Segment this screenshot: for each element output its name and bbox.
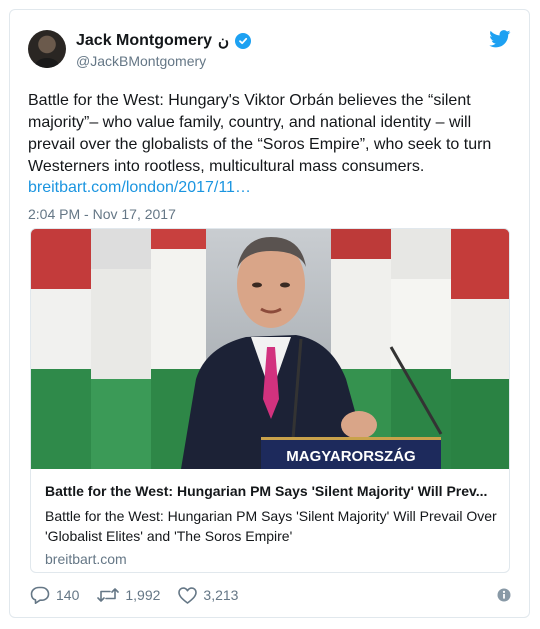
retweet-count: 1,992 [125,587,161,603]
reply-button[interactable]: 140 [30,586,79,604]
tweet-card: Jack Montgomery ن @JackBMontgomery Battl… [9,9,530,618]
tweet-actions: 140 1,992 3,213 [30,586,238,604]
info-icon[interactable] [497,588,511,602]
card-description: Battle for the West: Hungarian PM Says '… [45,508,497,544]
verified-badge-icon [235,33,252,49]
author-handle[interactable]: @JackBMontgomery [76,53,206,69]
retweet-button[interactable]: 1,992 [97,587,160,603]
twitter-bird-icon[interactable] [489,30,511,48]
card-domain: breitbart.com [45,551,127,567]
author-name-suffix: ن [218,33,230,50]
like-count: 3,213 [203,587,239,603]
author-name-row[interactable]: Jack Montgomery ن [76,32,252,50]
card-title[interactable]: Battle for the West: Hungarian PM Says '… [45,483,497,499]
tweet-link[interactable]: breitbart.com/london/2017/11… [28,179,251,197]
tweet-header: Jack Montgomery ن @JackBMontgomery [28,28,511,72]
heart-icon [178,586,198,604]
reply-icon [30,586,50,604]
link-preview-card[interactable]: MAGYARORSZÁG Battle for the West: Hungar… [30,228,510,573]
card-image[interactable]: MAGYARORSZÁG [31,229,509,469]
tweet-text: Battle for the West: Hungary's Viktor Or… [28,92,492,175]
avatar[interactable] [28,30,66,68]
podium-text: MAGYARORSZÁG [286,448,415,465]
reply-count: 140 [56,587,80,603]
retweet-icon [97,588,120,602]
tweet-timestamp[interactable]: 2:04 PM - Nov 17, 2017 [28,206,176,222]
author-name[interactable]: Jack Montgomery [76,32,212,50]
like-button[interactable]: 3,213 [178,586,239,604]
